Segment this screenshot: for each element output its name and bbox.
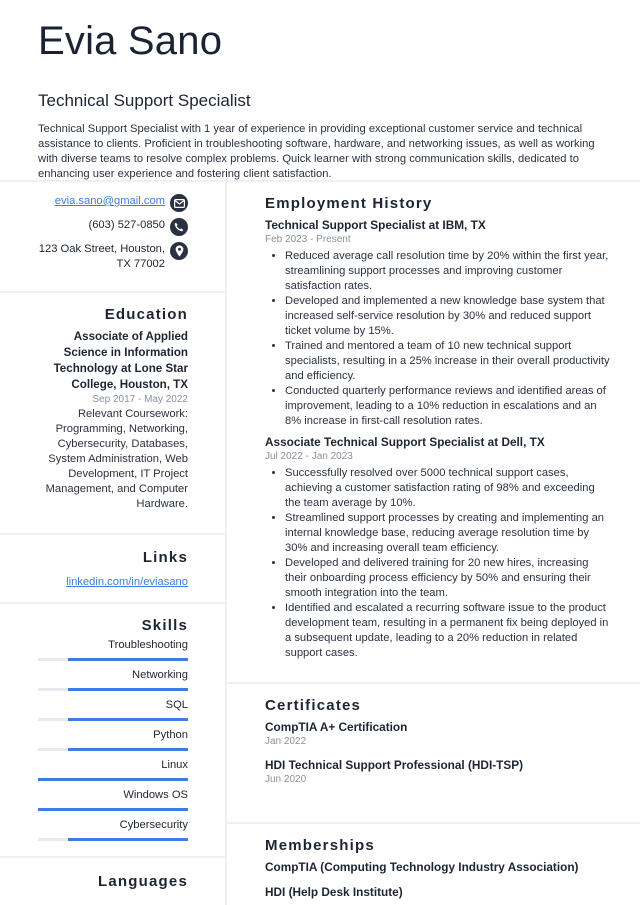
linkedin-link[interactable]: linkedin.com/in/eviasano <box>66 576 188 588</box>
job-bullet: Developed and delivered training for 20 … <box>285 556 610 601</box>
skill-level-bar <box>38 778 188 781</box>
skill-item: Networking <box>0 668 188 691</box>
skill-name: Networking <box>132 669 188 681</box>
links-heading: Links <box>142 549 188 566</box>
skills-heading: Skills <box>141 617 188 634</box>
job-bullet: Streamlined support processes by creatin… <box>285 511 610 556</box>
skill-name: Troubleshooting <box>108 639 188 651</box>
phone-number: (603) 527-0850 <box>88 219 165 231</box>
envelope-icon <box>170 194 188 212</box>
certificate-name: HDI Technical Support Professional (HDI-… <box>265 758 524 772</box>
skill-item: Linux <box>0 758 188 781</box>
skill-name: Linux <box>161 759 188 771</box>
job-position: Associate Technical Support Specialist a… <box>265 435 545 449</box>
skill-item: Cybersecurity <box>0 818 188 841</box>
education-dates: Sep 2017 - May 2022 <box>92 394 188 405</box>
certificates-section: Certificates CompTIA A+ Certification Ja… <box>227 684 640 824</box>
address: 123 Oak Street, Houston, TX 77002 <box>38 243 165 270</box>
memberships-heading: Memberships <box>265 837 375 854</box>
employment-section: Employment History Technical Support Spe… <box>227 182 640 684</box>
skill-name: Windows OS <box>123 789 188 801</box>
certificate-item: CompTIA A+ Certification Jan 2022 <box>265 719 610 749</box>
skill-level-fill <box>68 688 188 691</box>
certificate-name: CompTIA A+ Certification <box>265 720 408 734</box>
contact-section: evia.sano@gmail.com (603) 527-0850 123 O… <box>0 182 225 293</box>
job-bullets: Reduced average call resolution time by … <box>265 249 610 429</box>
skills-list: Troubleshooting Networking SQL Python Li… <box>0 638 188 841</box>
certificates-heading: Certificates <box>265 697 362 714</box>
employment-heading: Employment History <box>265 195 433 212</box>
links-section: Links linkedin.com/in/eviasano <box>0 535 225 604</box>
certificates-list: CompTIA A+ Certification Jan 2022 HDI Tec… <box>265 719 610 787</box>
email-link[interactable]: evia.sano@gmail.com <box>55 194 165 209</box>
contact-address: 123 Oak Street, Houston, TX 77002 <box>0 242 188 272</box>
skill-level-bar <box>38 658 188 661</box>
skill-name: Python <box>153 729 188 741</box>
main-content: Employment History Technical Support Spe… <box>227 182 640 905</box>
skill-level-fill <box>38 808 188 811</box>
skills-section: Skills Troubleshooting Networking SQL Py… <box>0 604 225 858</box>
job-dates: Feb 2023 - Present <box>265 234 351 245</box>
map-pin-icon <box>170 242 188 260</box>
job-title: Technical Support Specialist <box>38 91 251 110</box>
sidebar: evia.sano@gmail.com (603) 527-0850 123 O… <box>0 182 227 905</box>
contact-email: evia.sano@gmail.com <box>0 194 188 212</box>
job-bullet: Developed and implemented a new knowledg… <box>285 294 610 339</box>
skill-level-bar <box>38 688 188 691</box>
education-section: Education Associate of Applied Science i… <box>0 293 225 535</box>
certificate-date: Jan 2022 <box>265 736 307 747</box>
skill-item: Python <box>0 728 188 751</box>
membership-item: CompTIA (Computing Technology Industry A… <box>265 860 579 874</box>
job-dates: Jul 2022 - Jan 2023 <box>265 451 353 462</box>
membership-item: HDI (Help Desk Institute) <box>265 885 403 899</box>
skill-name: SQL <box>165 699 188 711</box>
certificate-item: HDI Technical Support Professional (HDI-… <box>265 757 610 787</box>
job-bullet: Identified and escalated a recurring sof… <box>285 601 610 661</box>
languages-section: Languages <box>0 858 225 892</box>
skill-level-fill <box>68 718 188 721</box>
skill-level-fill <box>68 658 188 661</box>
skill-level-fill <box>68 748 188 751</box>
resume-body: evia.sano@gmail.com (603) 527-0850 123 O… <box>0 182 640 905</box>
languages-heading: Languages <box>98 873 188 890</box>
phone-icon <box>170 218 188 236</box>
jobs-list: Technical Support Specialist at IBM, TX … <box>265 217 610 661</box>
skill-item: Troubleshooting <box>0 638 188 661</box>
contact-phone: (603) 527-0850 <box>0 218 188 236</box>
certificate-date: Jun 2020 <box>265 774 307 785</box>
skill-level-fill <box>68 838 188 841</box>
resume-header: Evia Sano Technical Support Specialist T… <box>0 0 640 180</box>
job-bullet: Conducted quarterly performance reviews … <box>285 384 610 429</box>
education-description: Relevant Coursework: Programming, Networ… <box>45 408 188 510</box>
skill-item: Windows OS <box>0 788 188 811</box>
skill-name: Cybersecurity <box>119 819 188 831</box>
job-bullet: Successfully resolved over 5000 technica… <box>285 466 610 511</box>
job-entry: Associate Technical Support Specialist a… <box>265 434 610 661</box>
job-bullets: Successfully resolved over 5000 technica… <box>265 466 610 661</box>
job-bullet: Trained and mentored a team of 10 new te… <box>285 339 610 384</box>
skill-level-bar <box>38 718 188 721</box>
job-bullet: Reduced average call resolution time by … <box>285 249 610 294</box>
job-entry: Technical Support Specialist at IBM, TX … <box>265 217 610 429</box>
job-position: Technical Support Specialist at IBM, TX <box>265 218 486 232</box>
memberships-section: Memberships CompTIA (Computing Technolog… <box>227 824 640 900</box>
candidate-name: Evia Sano <box>38 19 223 63</box>
memberships-list: CompTIA (Computing Technology Industry A… <box>265 859 610 900</box>
skill-level-bar <box>38 808 188 811</box>
education-heading: Education <box>104 306 188 323</box>
skill-level-fill <box>38 778 188 781</box>
skill-item: SQL <box>0 698 188 721</box>
profile-summary: Technical Support Specialist with 1 year… <box>38 123 595 180</box>
skill-level-bar <box>38 748 188 751</box>
education-degree: Associate of Applied Science in Informat… <box>53 330 188 391</box>
skill-level-bar <box>38 838 188 841</box>
